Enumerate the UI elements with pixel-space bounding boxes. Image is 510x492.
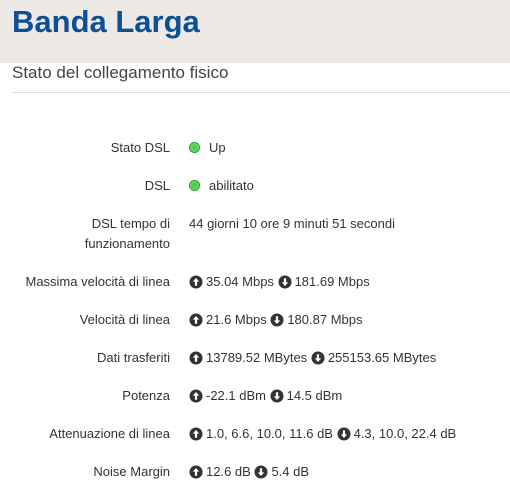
row-label: Velocità di linea xyxy=(79,312,170,327)
arrow-down-circle-icon xyxy=(337,427,351,441)
downstream-value: 5.4 dB xyxy=(271,464,310,479)
row-value: 35.04 Mbps 181.69 Mbps xyxy=(189,272,370,292)
arrow-up-circle-icon xyxy=(189,313,203,327)
upstream-value: 1.0, 6.6, 10.0, 11.6 dB xyxy=(206,426,333,441)
downstream-value: 255153.65 MBytes xyxy=(327,350,437,365)
row-label: Attenuazione di linea xyxy=(49,426,170,441)
arrow-up-circle-icon xyxy=(189,465,203,479)
status-text: Up xyxy=(209,140,226,155)
row-label: Massima velocità di linea xyxy=(25,274,170,289)
row-value: abilitato xyxy=(189,176,254,196)
upstream-value: -22.1 dBm xyxy=(206,388,266,403)
row-value: -22.1 dBm 14.5 dBm xyxy=(189,386,342,406)
downstream-value: 181.69 Mbps xyxy=(294,274,370,289)
row-label: Stato DSL xyxy=(110,140,170,155)
row-value: 12.6 dB 5.4 dB xyxy=(189,462,309,482)
downstream-value: 180.87 Mbps xyxy=(287,312,363,327)
status-text: abilitato xyxy=(209,178,254,193)
section-divider xyxy=(12,92,510,93)
page-header: Banda Larga xyxy=(0,0,510,63)
downstream-value: 14.5 dBm xyxy=(286,388,343,403)
upstream-value: 21.6 Mbps xyxy=(206,312,267,327)
row-label-line1: DSL tempo di xyxy=(91,216,170,231)
arrow-up-circle-icon xyxy=(189,427,203,441)
page-title: Banda Larga xyxy=(12,4,200,39)
row-label-line2: funzionamento xyxy=(84,236,170,251)
status-ok-icon xyxy=(189,142,200,153)
row-value: Up xyxy=(189,138,226,158)
arrow-down-circle-icon xyxy=(254,465,268,479)
row-label: Noise Margin xyxy=(93,464,170,479)
upstream-value: 12.6 dB xyxy=(206,464,251,479)
downstream-value: 4.3, 10.0, 22.4 dB xyxy=(353,426,457,441)
section-title: Stato del collegamento fisico xyxy=(12,63,229,82)
row-value: 1.0, 6.6, 10.0, 11.6 dB 4.3, 10.0, 22.4 … xyxy=(189,424,456,444)
arrow-up-circle-icon xyxy=(189,389,203,403)
row-label: Dati trasferiti xyxy=(97,350,170,365)
row-label: DSL tempo di funzionamento xyxy=(0,214,170,254)
arrow-up-circle-icon xyxy=(189,351,203,365)
arrow-up-circle-icon xyxy=(189,275,203,289)
status-ok-icon xyxy=(189,180,200,191)
arrow-down-circle-icon xyxy=(311,351,325,365)
arrow-down-circle-icon xyxy=(270,389,284,403)
row-label: DSL xyxy=(144,178,170,193)
uptime-value: 44 giorni 10 ore 9 minuti 51 secondi xyxy=(189,216,395,231)
arrow-down-circle-icon xyxy=(278,275,292,289)
arrow-down-circle-icon xyxy=(270,313,284,327)
row-value: 21.6 Mbps 180.87 Mbps xyxy=(189,310,363,330)
row-value: 13789.52 MBytes 255153.65 MBytes xyxy=(189,348,436,368)
upstream-value: 35.04 Mbps xyxy=(206,274,274,289)
upstream-value: 13789.52 MBytes xyxy=(206,350,308,365)
row-label: Potenza xyxy=(122,388,170,403)
